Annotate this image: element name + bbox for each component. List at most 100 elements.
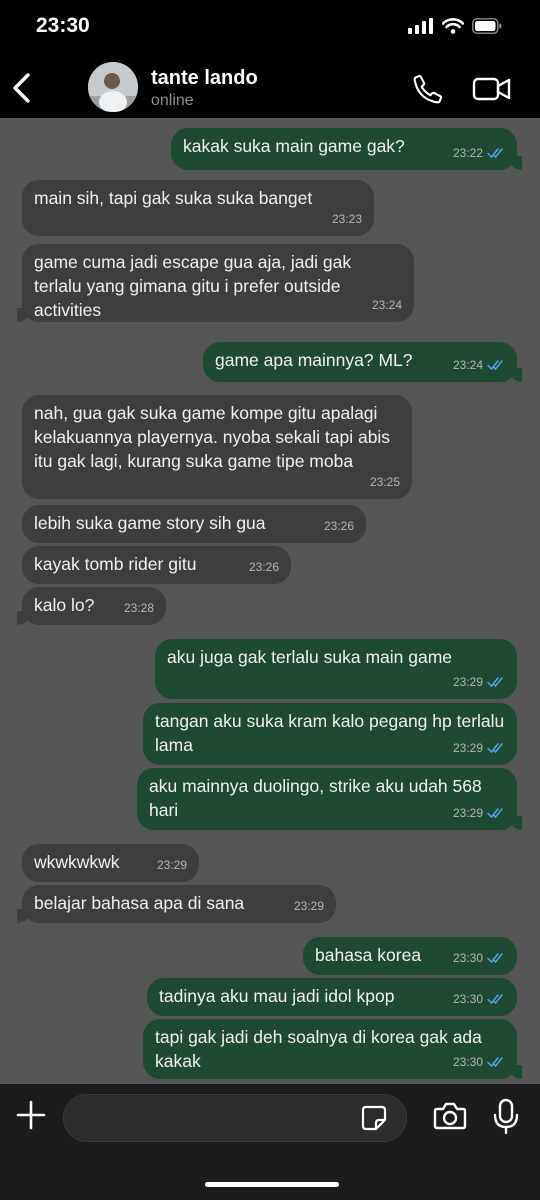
battery-icon bbox=[472, 18, 502, 34]
phone-icon bbox=[413, 74, 443, 104]
message-time: 23:29 bbox=[452, 806, 483, 820]
chat-area[interactable]: kakak suka main game gak? 23:22 main sih… bbox=[0, 118, 540, 1084]
message-input-bar bbox=[0, 1084, 540, 1200]
message-time: 23:30 bbox=[452, 1055, 483, 1069]
message-bubble-incoming[interactable]: belajar bahasa apa di sana 23:29 bbox=[17, 885, 336, 923]
message-meta: 23:22 bbox=[453, 141, 505, 165]
message-input[interactable] bbox=[63, 1094, 407, 1142]
contact-name[interactable]: tante lando bbox=[151, 67, 258, 90]
message-time: 23:30 bbox=[452, 951, 483, 965]
message-time: 23:28 bbox=[123, 601, 154, 615]
message-meta: 23:23 bbox=[332, 207, 362, 231]
message-time: 23:29 bbox=[452, 675, 483, 689]
status-bar: 23:30 bbox=[0, 0, 540, 58]
message-time: 23:24 bbox=[371, 298, 402, 312]
message-bubble-incoming[interactable]: main sih, tapi gak suka suka banget 23:2… bbox=[22, 180, 374, 236]
message-text: tangan aku suka kram kalo pegang hp terl… bbox=[155, 711, 505, 755]
message-bubble-outgoing[interactable]: bahasa korea 23:30 bbox=[303, 937, 517, 975]
camera-button[interactable] bbox=[433, 1101, 467, 1136]
home-indicator[interactable] bbox=[205, 1182, 339, 1187]
double-check-icon bbox=[487, 677, 503, 688]
message-meta: 23:29 bbox=[157, 853, 187, 877]
message-meta: 23:29 bbox=[453, 801, 505, 825]
message-time: 23:22 bbox=[452, 146, 483, 160]
message-time: 23:29 bbox=[293, 899, 324, 913]
message-text: aku juga gak terlalu suka main game bbox=[167, 647, 453, 667]
message-text: game cuma jadi escape gua aja, jadi gak … bbox=[34, 252, 352, 320]
message-text: kalo lo? bbox=[34, 595, 95, 615]
chevron-left-icon bbox=[13, 73, 30, 103]
message-meta: 23:30 bbox=[453, 987, 505, 1011]
message-text: belajar bahasa apa di sana bbox=[34, 893, 245, 913]
double-check-icon bbox=[487, 360, 503, 371]
plus-icon bbox=[16, 1100, 46, 1130]
double-check-icon bbox=[487, 953, 503, 964]
message-bubble-outgoing[interactable]: aku mainnya duolingo, strike aku udah 56… bbox=[137, 768, 522, 830]
bubble-tail bbox=[17, 308, 31, 322]
avatar[interactable] bbox=[88, 62, 138, 112]
message-text: nah, gua gak suka game kompe gitu apalag… bbox=[34, 403, 391, 471]
video-call-button[interactable] bbox=[472, 75, 512, 108]
message-time: 23:26 bbox=[248, 560, 279, 574]
message-meta: 23:26 bbox=[324, 514, 354, 538]
bubble-tail bbox=[508, 1065, 522, 1079]
message-text: kakak suka main game gak? bbox=[183, 136, 405, 156]
message-meta: 23:30 bbox=[453, 1050, 505, 1074]
message-bubble-outgoing[interactable]: tapi gak jadi deh soalnya di korea gak a… bbox=[143, 1019, 522, 1079]
attach-button[interactable] bbox=[14, 1098, 48, 1137]
double-check-icon bbox=[487, 1057, 503, 1068]
double-check-icon bbox=[487, 743, 503, 754]
message-meta: 23:26 bbox=[249, 555, 279, 579]
message-text: tapi gak jadi deh soalnya di korea gak a… bbox=[155, 1027, 482, 1071]
sticker-icon bbox=[361, 1105, 387, 1131]
double-check-icon bbox=[487, 808, 503, 819]
contact-status: online bbox=[151, 92, 194, 109]
chat-header: tante lando online bbox=[0, 58, 540, 118]
message-text: aku mainnya duolingo, strike aku udah 56… bbox=[149, 776, 482, 820]
bubble-tail bbox=[508, 156, 522, 170]
bubble-tail bbox=[508, 368, 522, 382]
message-time: 23:30 bbox=[452, 992, 483, 1006]
bubble-tail bbox=[17, 611, 31, 625]
microphone-icon bbox=[493, 1098, 519, 1135]
video-camera-icon bbox=[472, 77, 511, 101]
double-check-icon bbox=[487, 994, 503, 1005]
message-time: 23:26 bbox=[323, 519, 354, 533]
back-button[interactable] bbox=[10, 72, 34, 109]
bubble-tail bbox=[17, 909, 31, 923]
message-bubble-incoming[interactable]: kayak tomb rider gitu 23:26 bbox=[22, 546, 291, 584]
message-time: 23:24 bbox=[452, 358, 483, 372]
message-text: tadinya aku mau jadi idol kpop bbox=[159, 986, 395, 1006]
message-bubble-incoming[interactable]: game cuma jadi escape gua aja, jadi gak … bbox=[17, 244, 414, 322]
signal-icon bbox=[408, 18, 433, 34]
message-bubble-outgoing[interactable]: kakak suka main game gak? 23:22 bbox=[171, 128, 522, 170]
message-text: kayak tomb rider gitu bbox=[34, 554, 197, 574]
status-time: 23:30 bbox=[36, 14, 90, 37]
voice-call-button[interactable] bbox=[412, 73, 444, 110]
message-meta: 23:24 bbox=[372, 293, 402, 317]
message-text: wkwkwkwk bbox=[34, 852, 120, 872]
message-bubble-outgoing[interactable]: tangan aku suka kram kalo pegang hp terl… bbox=[143, 703, 517, 765]
message-time: 23:29 bbox=[452, 741, 483, 755]
message-bubble-outgoing[interactable]: tadinya aku mau jadi idol kpop 23:30 bbox=[147, 978, 517, 1016]
message-meta: 23:29 bbox=[294, 894, 324, 918]
message-meta: 23:29 bbox=[453, 736, 505, 760]
message-text: lebih suka game story sih gua bbox=[34, 513, 266, 533]
message-bubble-incoming[interactable]: kalo lo? 23:28 bbox=[17, 587, 166, 625]
message-time: 23:23 bbox=[331, 212, 362, 226]
message-text: main sih, tapi gak suka suka banget bbox=[34, 188, 313, 208]
message-time: 23:29 bbox=[156, 858, 187, 872]
message-bubble-incoming[interactable]: wkwkwkwk 23:29 bbox=[22, 844, 199, 882]
message-meta: 23:28 bbox=[124, 596, 154, 620]
message-meta: 23:25 bbox=[370, 470, 400, 494]
message-bubble-incoming[interactable]: lebih suka game story sih gua 23:26 bbox=[22, 505, 366, 543]
message-bubble-incoming[interactable]: nah, gua gak suka game kompe gitu apalag… bbox=[22, 395, 412, 499]
message-bubble-outgoing[interactable]: aku juga gak terlalu suka main game 23:2… bbox=[155, 639, 517, 699]
message-meta: 23:29 bbox=[453, 670, 505, 694]
voice-message-button[interactable] bbox=[492, 1098, 520, 1141]
camera-icon bbox=[433, 1102, 467, 1130]
message-bubble-outgoing[interactable]: game apa mainnya? ML? 23:24 bbox=[203, 342, 522, 382]
message-meta: 23:24 bbox=[453, 353, 505, 377]
sticker-button[interactable] bbox=[361, 1105, 387, 1136]
bubble-tail bbox=[508, 816, 522, 830]
